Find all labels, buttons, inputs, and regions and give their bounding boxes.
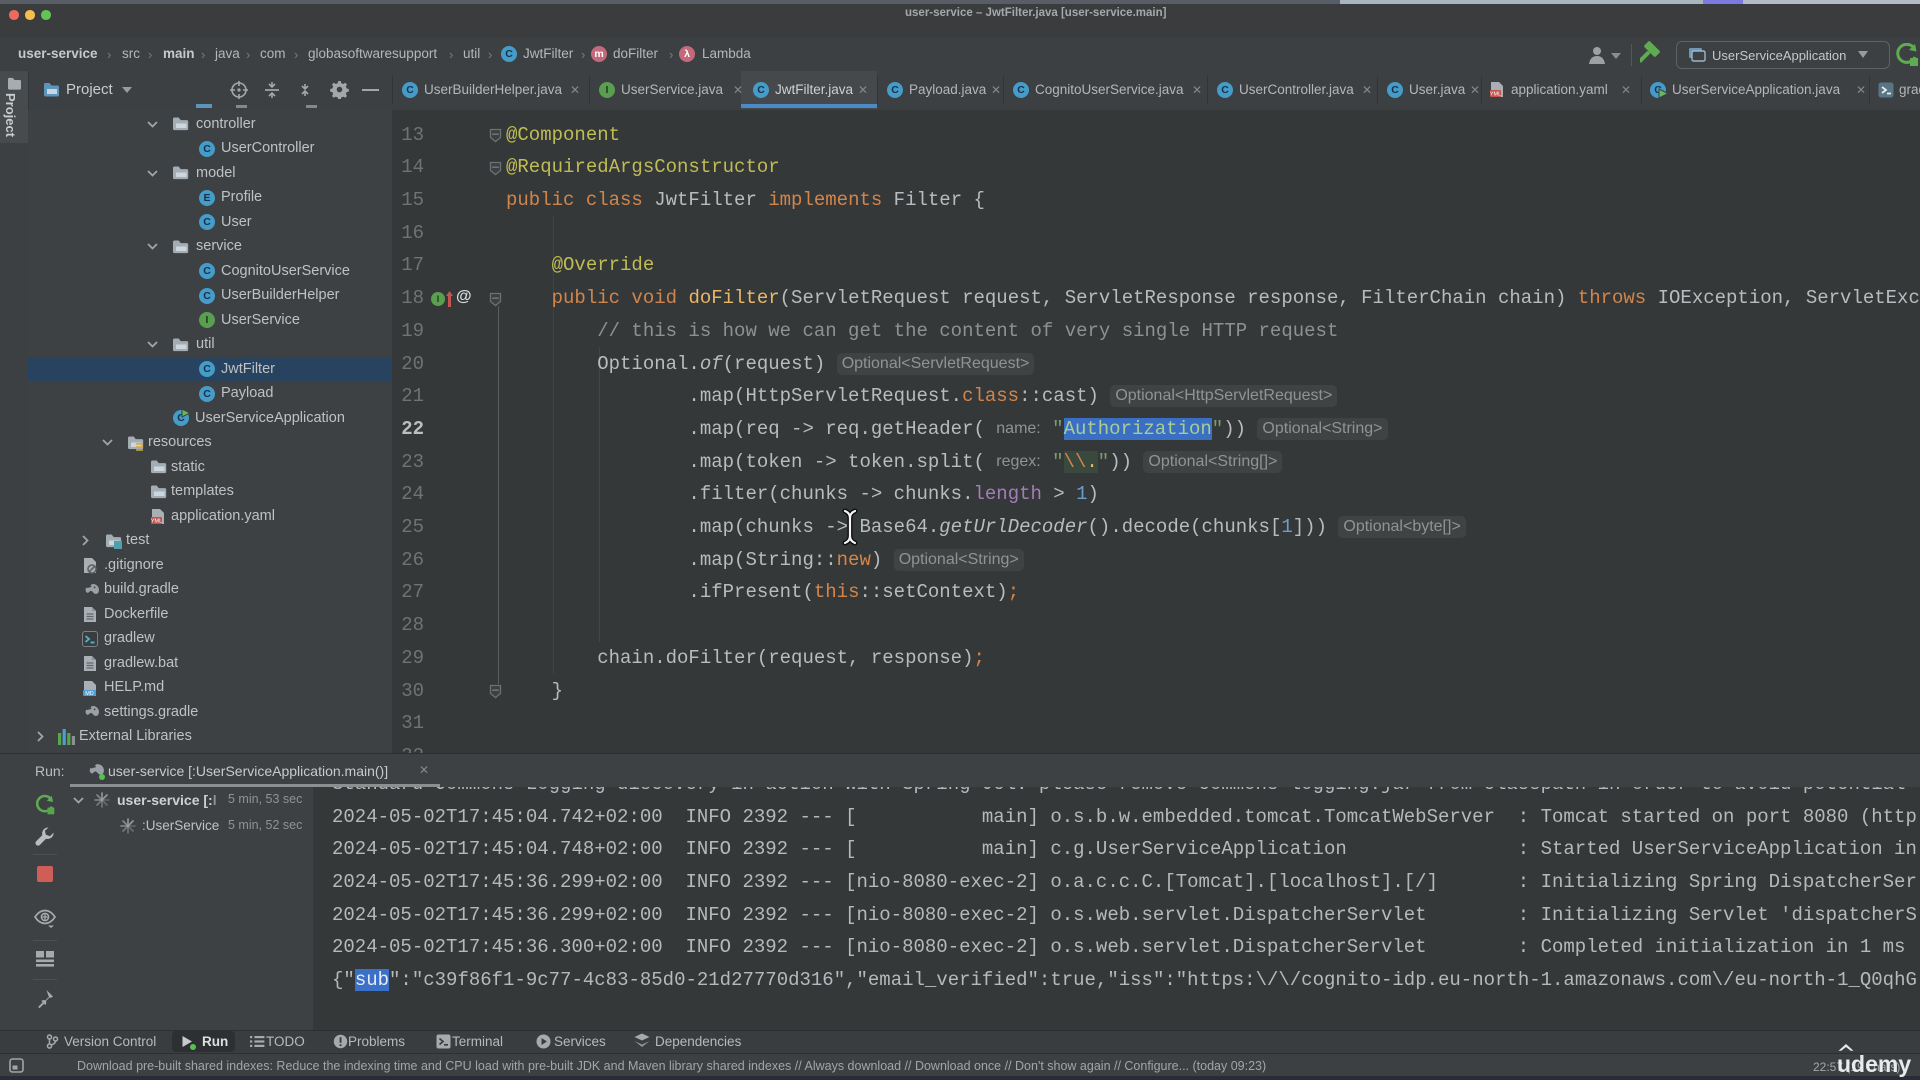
svg-text:MD: MD [85, 691, 94, 697]
svg-text:YML: YML [151, 519, 162, 525]
svg-text:udemy: udemy [1838, 1051, 1911, 1077]
svg-text:YML: YML [1490, 92, 1501, 98]
